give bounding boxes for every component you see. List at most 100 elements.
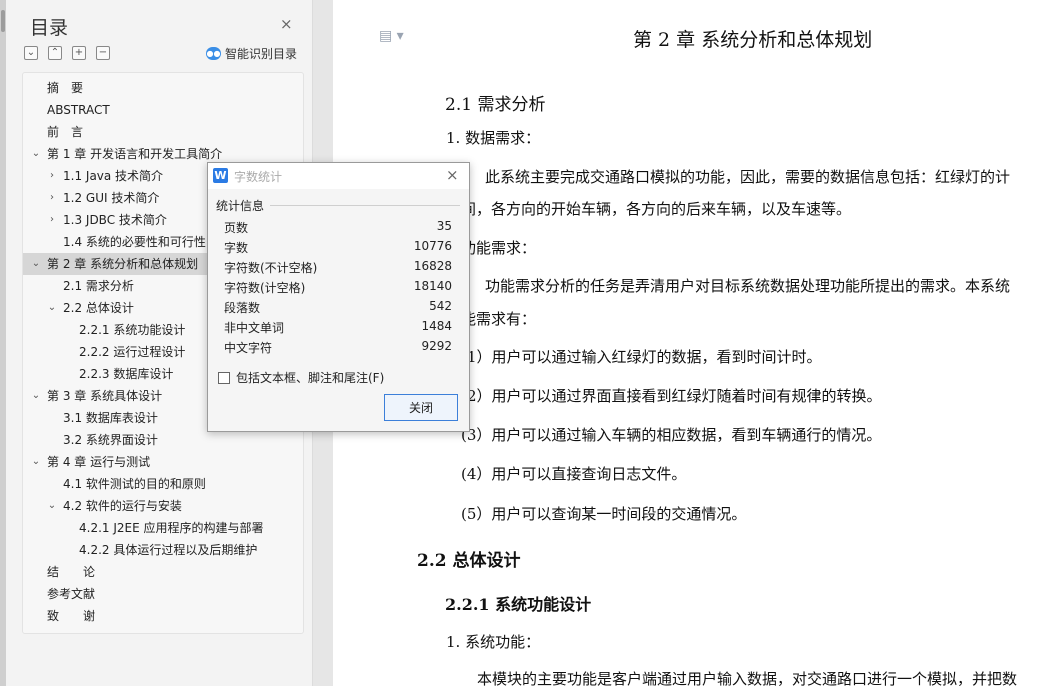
toc-item-label: 2.2 总体设计 bbox=[63, 301, 134, 315]
remove-heading-icon[interactable]: − bbox=[96, 46, 110, 60]
toc-item[interactable]: 3.2 系统界面设计 bbox=[23, 429, 301, 451]
toc-item-label: 4.2 软件的运行与安装 bbox=[63, 499, 182, 513]
list-item: 功能需求： bbox=[461, 239, 537, 257]
stat-label: 字符数(不计空格) bbox=[224, 261, 318, 275]
toc-item[interactable]: 结 论 bbox=[23, 561, 301, 583]
chevron-down-icon[interactable]: ⌄ bbox=[47, 495, 57, 517]
stat-label: 字符数(计空格) bbox=[224, 281, 306, 295]
toc-item-label: 3.2 系统界面设计 bbox=[63, 433, 158, 447]
close-icon[interactable]: × bbox=[446, 166, 459, 184]
toc-item[interactable]: 4.1 软件测试的目的和原则 bbox=[23, 473, 301, 495]
toc-item[interactable]: ABSTRACT bbox=[23, 99, 301, 121]
chevron-down-icon[interactable]: ⌄ bbox=[31, 451, 41, 473]
smart-recognize-label: 智能识别目录 bbox=[225, 47, 298, 61]
chevron-down-icon[interactable]: ⌄ bbox=[31, 385, 41, 407]
paragraph-line: 功能需求分析的任务是弄清用户对目标系统数据处理功能所提出的需求。本系统 bbox=[485, 277, 1011, 295]
chevron-right-icon[interactable]: › bbox=[47, 165, 57, 187]
stat-value: 9292 bbox=[421, 339, 452, 353]
include-textbox-checkbox-row[interactable]: 包括文本框、脚注和尾注(F) bbox=[218, 369, 384, 386]
toc-item[interactable]: 前 言 bbox=[23, 121, 301, 143]
paragraph-line: 能需求有： bbox=[461, 310, 537, 328]
include-textbox-label[interactable]: 包括文本框、脚注和尾注(F) bbox=[236, 369, 384, 386]
chevron-down-icon[interactable]: ⌄ bbox=[31, 143, 41, 165]
toc-item-label: 1.4 系统的必要性和可行性 bbox=[63, 235, 206, 249]
list-item: 1. 系统功能： bbox=[446, 633, 541, 651]
toc-item-label: 2.2.3 数据库设计 bbox=[79, 367, 174, 381]
toc-item[interactable]: 致 谢 bbox=[23, 605, 301, 627]
collapse-all-icon[interactable]: ⌃ bbox=[48, 46, 62, 60]
paragraph-line: 此系统主要完成交通路口模拟的功能，因此，需要的数据信息包括：红绿灯的计 bbox=[485, 168, 1011, 186]
chapter-heading: 第 2 章 系统分析和总体规划 bbox=[633, 29, 873, 51]
stat-row: 非中文单词 1484 bbox=[224, 319, 452, 339]
pane-scrollbar-thumb[interactable] bbox=[1, 10, 5, 32]
stat-row: 页数 35 bbox=[224, 219, 452, 239]
wps-writer-icon: W bbox=[213, 168, 228, 183]
toc-item[interactable]: 4.2.2 具体运行过程以及后期维护 bbox=[23, 539, 301, 561]
stat-label: 中文字符 bbox=[224, 341, 273, 355]
expand-all-icon[interactable]: ⌄ bbox=[24, 46, 38, 60]
stat-value: 35 bbox=[436, 219, 452, 233]
list-item: 1. 数据需求： bbox=[446, 129, 541, 147]
pane-scrollbar[interactable] bbox=[0, 0, 6, 686]
stat-row: 字符数(计空格) 18140 bbox=[224, 279, 452, 299]
toc-pane-title: 目录 bbox=[30, 17, 69, 39]
add-heading-icon[interactable]: + bbox=[72, 46, 86, 60]
toc-item-label: 4.1 软件测试的目的和原则 bbox=[63, 477, 206, 491]
list-item: (3）用户可以通过输入车辆的相应数据，看到车辆通行的情况。 bbox=[461, 426, 882, 444]
subsection-heading: 2.2.1 系统功能设计 bbox=[445, 595, 592, 614]
chevron-down-icon[interactable]: ⌄ bbox=[31, 253, 41, 275]
toc-item-label: 2.2.1 系统功能设计 bbox=[79, 323, 186, 337]
smart-recognize-icon: ●● bbox=[206, 47, 221, 60]
paragraph-line: 本模块的主要功能是客户端通过用户输入数据，对交通路口进行一个模拟，并把数 bbox=[477, 670, 1018, 686]
dialog-title: 字数统计 bbox=[234, 170, 283, 184]
list-item: 2）用户可以通过界面直接看到红绿灯随着时间有规律的转换。 bbox=[467, 387, 882, 405]
paragraph-line: 间，各方向的开始车辆，各方向的后来车辆，以及车速等。 bbox=[461, 200, 852, 218]
toc-item[interactable]: 参考文献 bbox=[23, 583, 301, 605]
toc-item[interactable]: ⌄ 4.2 软件的运行与安装 bbox=[23, 495, 301, 517]
chevron-down-icon[interactable]: ⌄ bbox=[47, 297, 57, 319]
stat-value: 16828 bbox=[413, 259, 452, 273]
toc-item-label: 4.2.2 具体运行过程以及后期维护 bbox=[79, 543, 258, 557]
toc-item-label: ABSTRACT bbox=[47, 103, 110, 117]
close-button[interactable]: 关闭 bbox=[384, 394, 458, 421]
include-textbox-checkbox[interactable] bbox=[218, 371, 230, 384]
toc-item-label: 致 谢 bbox=[47, 609, 96, 623]
stat-row: 字数 10776 bbox=[224, 239, 452, 259]
stat-value: 18140 bbox=[413, 279, 452, 293]
list-item: 1）用户可以通过输入红绿灯的数据，看到时间计时。 bbox=[467, 348, 822, 366]
toc-item-label: 结 论 bbox=[47, 565, 96, 579]
section-heading: 2.1 需求分析 bbox=[445, 95, 546, 115]
toc-item-label: 1.2 GUI 技术简介 bbox=[63, 191, 160, 205]
dialog-titlebar[interactable]: W 字数统计 × bbox=[208, 163, 469, 189]
toc-item-label: 1.1 Java 技术简介 bbox=[63, 169, 164, 183]
list-item: (5）用户可以查询某一时间段的交通情况。 bbox=[461, 505, 747, 523]
close-icon[interactable]: × bbox=[280, 16, 293, 32]
stat-row: 字符数(不计空格) 16828 bbox=[224, 259, 452, 279]
toc-item-label: 第 1 章 开发语言和开发工具简介 bbox=[47, 147, 223, 161]
section-heading: 2.2 总体设计 bbox=[417, 551, 521, 571]
toc-item-label: 2.2.2 运行过程设计 bbox=[79, 345, 186, 359]
stat-value: 1484 bbox=[421, 319, 452, 333]
toc-item[interactable]: 摘 要 bbox=[23, 77, 301, 99]
toc-item-label: 3.1 数据库表设计 bbox=[63, 411, 158, 425]
toc-item-label: 1.3 JDBC 技术简介 bbox=[63, 213, 167, 227]
smart-recognize-toc-button[interactable]: ●● 智能识别目录 bbox=[206, 45, 297, 62]
toc-item-label: 2.1 需求分析 bbox=[63, 279, 134, 293]
toc-item-label: 前 言 bbox=[47, 125, 84, 139]
toc-item-label: 4.2.1 J2EE 应用程序的构建与部署 bbox=[79, 521, 264, 535]
toc-item-label: 第 4 章 运行与测试 bbox=[47, 455, 151, 469]
stat-label: 字数 bbox=[224, 241, 249, 255]
document-menu-icon[interactable]: ▤ ▾ bbox=[379, 28, 404, 44]
toc-item-label: 摘 要 bbox=[47, 81, 84, 95]
stat-label: 段落数 bbox=[224, 301, 261, 315]
stats-group-label: 统计信息 bbox=[216, 199, 265, 213]
toc-item[interactable]: ⌄ 第 4 章 运行与测试 bbox=[23, 451, 301, 473]
toc-toolbar: ⌄ ⌃ + − bbox=[24, 46, 110, 60]
chevron-right-icon[interactable]: › bbox=[47, 209, 57, 231]
stat-value: 10776 bbox=[413, 239, 452, 253]
chevron-right-icon[interactable]: › bbox=[47, 187, 57, 209]
toc-item[interactable]: 4.2.1 J2EE 应用程序的构建与部署 bbox=[23, 517, 301, 539]
stat-row: 段落数 542 bbox=[224, 299, 452, 319]
stat-row: 中文字符 9292 bbox=[224, 339, 452, 359]
stat-label: 页数 bbox=[224, 221, 249, 235]
